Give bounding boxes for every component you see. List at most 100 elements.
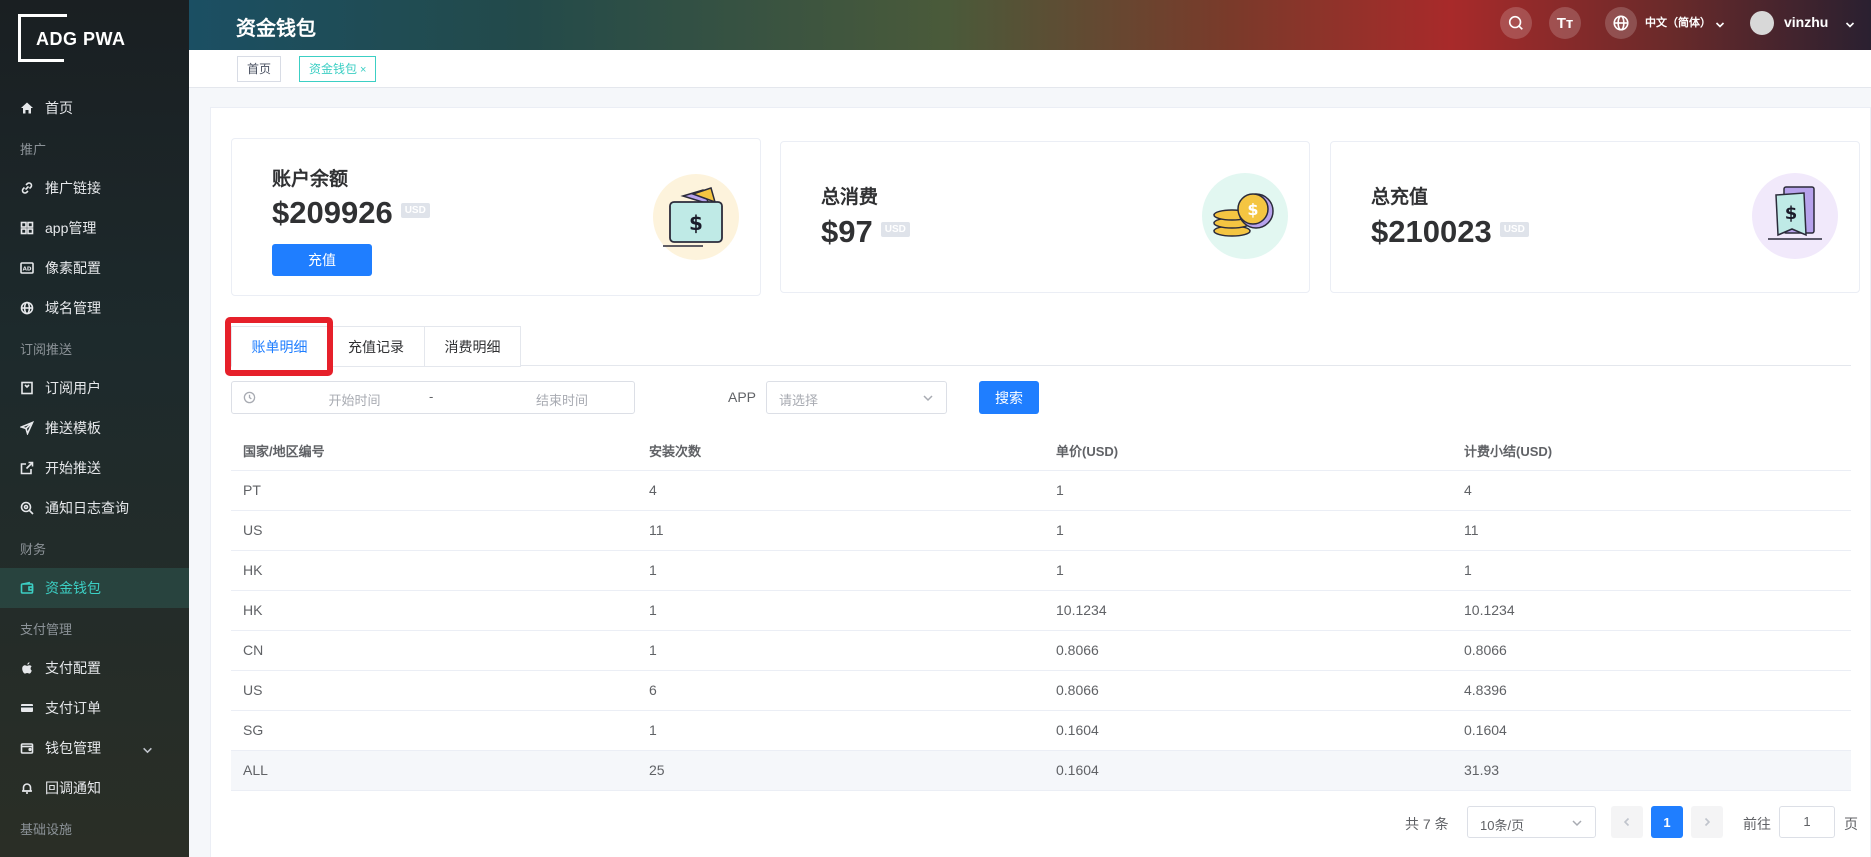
table-cell: HK (243, 562, 263, 578)
table-cell: 0.8066 (1464, 642, 1507, 658)
table-cell: 10.1234 (1056, 602, 1107, 618)
username[interactable]: vinzhu (1784, 14, 1828, 30)
language-globe-button[interactable] (1605, 7, 1637, 39)
wallet-icon (20, 581, 34, 595)
search-zoom-icon (20, 501, 34, 515)
page-suffix: 页 (1844, 816, 1858, 832)
wallet-alt-icon (20, 741, 34, 755)
table-cell: 0.1604 (1056, 762, 1099, 778)
sidebar-item[interactable]: 通知日志查询 (0, 488, 189, 528)
tab-recharge-records[interactable]: 充值记录 (327, 326, 425, 367)
date-range-picker[interactable]: 开始时间 - 结束时间 (231, 381, 635, 414)
recharged-value: $210023 USD (1371, 214, 1529, 250)
sidebar-item[interactable]: 钱包管理 (0, 728, 189, 768)
sidebar-item-label: 支付订单 (45, 700, 101, 716)
sidebar-item-label: 域名管理 (45, 300, 101, 316)
clock-icon (243, 391, 256, 404)
chevron-down-icon[interactable] (1715, 17, 1725, 28)
sidebar-item[interactable]: 推送模板 (0, 408, 189, 448)
table-row: SG 1 0.1604 0.1604 (231, 711, 1851, 751)
menu-group-label: 支付管理 (20, 621, 73, 637)
close-icon[interactable]: × (360, 64, 366, 76)
language-selector[interactable]: 中文（简体） (1645, 14, 1711, 30)
search-button[interactable]: 搜索 (979, 381, 1039, 414)
spent-value: $97 USD (821, 214, 910, 250)
card-icon (20, 701, 34, 715)
table-cell: 11 (649, 522, 664, 538)
sidebar-item[interactable]: 推广链接 (0, 168, 189, 208)
sidebar-item[interactable]: 首页 (0, 88, 189, 128)
menu-group-label: 订阅推送 (20, 341, 73, 357)
menu-group-label: 基础设施 (20, 821, 73, 837)
table-cell: 11 (1464, 522, 1479, 538)
page-number-button[interactable]: 1 (1651, 806, 1683, 838)
table-cell: 4 (649, 482, 657, 498)
send-icon (20, 421, 34, 435)
apple-icon (20, 661, 34, 675)
table-cell: 31.93 (1464, 762, 1500, 778)
font-size-button[interactable]: Tт (1549, 7, 1581, 39)
table-cell: 0.8066 (1056, 682, 1099, 698)
table-row: HK 1 1 1 (231, 551, 1851, 591)
chevron-down-icon (922, 392, 934, 404)
table-cell: 10.1234 (1464, 602, 1515, 618)
sidebar-item[interactable]: 回调通知 (0, 768, 189, 808)
balance-amount: $209926 (272, 195, 393, 230)
app-logo[interactable]: ADG PWA (18, 14, 138, 62)
spent-title: 总消费 (821, 187, 879, 208)
sidebar-menu: 首页 推广 推广链接 app管理 AD 像素配置 域名管理 订阅推送 订阅用户 推送模板 开始推送通… (0, 88, 189, 848)
tab-consumption-details[interactable]: 消费明细 (424, 326, 521, 367)
sidebar-item[interactable]: 订阅用户 (0, 368, 189, 408)
tag-wallet-label: 资金钱包 (309, 62, 358, 76)
table-cell: 4 (1464, 482, 1472, 498)
sidebar-item-label: 订阅用户 (45, 380, 101, 396)
sidebar-item-label: 推广链接 (45, 180, 101, 196)
sidebar-item[interactable]: 支付订单 (0, 688, 189, 728)
table-cell: 1 (649, 722, 657, 738)
tag-home[interactable]: 首页 (237, 56, 282, 82)
table-cell: 1 (1056, 522, 1064, 538)
user-avatar[interactable] (1750, 11, 1774, 35)
table-cell: 6 (649, 682, 657, 698)
sidebar-item[interactable]: 开始推送 (0, 448, 189, 488)
table-cell: PT (243, 482, 261, 498)
sidebar-item[interactable]: 资金钱包 (0, 568, 189, 608)
sidebar-item[interactable]: app管理 (0, 208, 189, 248)
page-size-select[interactable]: 10条/页 (1467, 806, 1596, 838)
chevron-down-icon (142, 743, 153, 759)
table-total-row: ALL 25 0.1604 31.93 (231, 751, 1851, 791)
currency-badge: USD (400, 203, 430, 219)
external-icon (20, 461, 34, 475)
date-separator: - (429, 389, 434, 404)
page-size-value: 10条/页 (1480, 818, 1525, 833)
sidebar-item-label: 像素配置 (45, 260, 101, 276)
tag-wallet[interactable]: 资金钱包 × (299, 56, 377, 82)
coins-illustration-icon: $ (1202, 173, 1288, 259)
table-cell: 1 (649, 562, 657, 578)
sidebar-item[interactable]: 支付配置 (0, 648, 189, 688)
end-date-input[interactable]: 结束时间 (507, 390, 617, 409)
table-cell: ALL (243, 762, 268, 778)
goto-label: 前往 (1743, 816, 1771, 832)
table-row: HK 1 10.1234 10.1234 (231, 591, 1851, 631)
sidebar-item-label: 钱包管理 (45, 740, 101, 756)
start-date-input[interactable]: 开始时间 (302, 390, 407, 409)
chevron-down-icon[interactable] (1845, 17, 1855, 28)
recharge-button[interactable]: 充值 (272, 244, 372, 276)
sidebar-item-label: 资金钱包 (45, 580, 101, 596)
logo-text: ADG PWA (36, 29, 126, 49)
goto-page-input[interactable]: 1 (1779, 806, 1835, 838)
recharged-amount: $210023 (1371, 214, 1492, 249)
app-select[interactable]: 请选择 (766, 381, 947, 414)
pagination-total: 共 7 条 (1405, 816, 1449, 832)
sidebar-item-label: 通知日志查询 (45, 500, 129, 516)
table-cell: HK (243, 602, 263, 618)
header-search-button[interactable] (1500, 7, 1532, 39)
table-header-row: 国家/地区编号 安装次数 单价(USD) 计费小结(USD) (231, 432, 1851, 471)
bookmark-icon (20, 381, 34, 395)
prev-page-button[interactable] (1611, 806, 1643, 838)
next-page-button[interactable] (1691, 806, 1723, 838)
sidebar-item[interactable]: AD 像素配置 (0, 248, 189, 288)
currency-badge: USD (1499, 222, 1529, 238)
sidebar-item[interactable]: 域名管理 (0, 288, 189, 328)
